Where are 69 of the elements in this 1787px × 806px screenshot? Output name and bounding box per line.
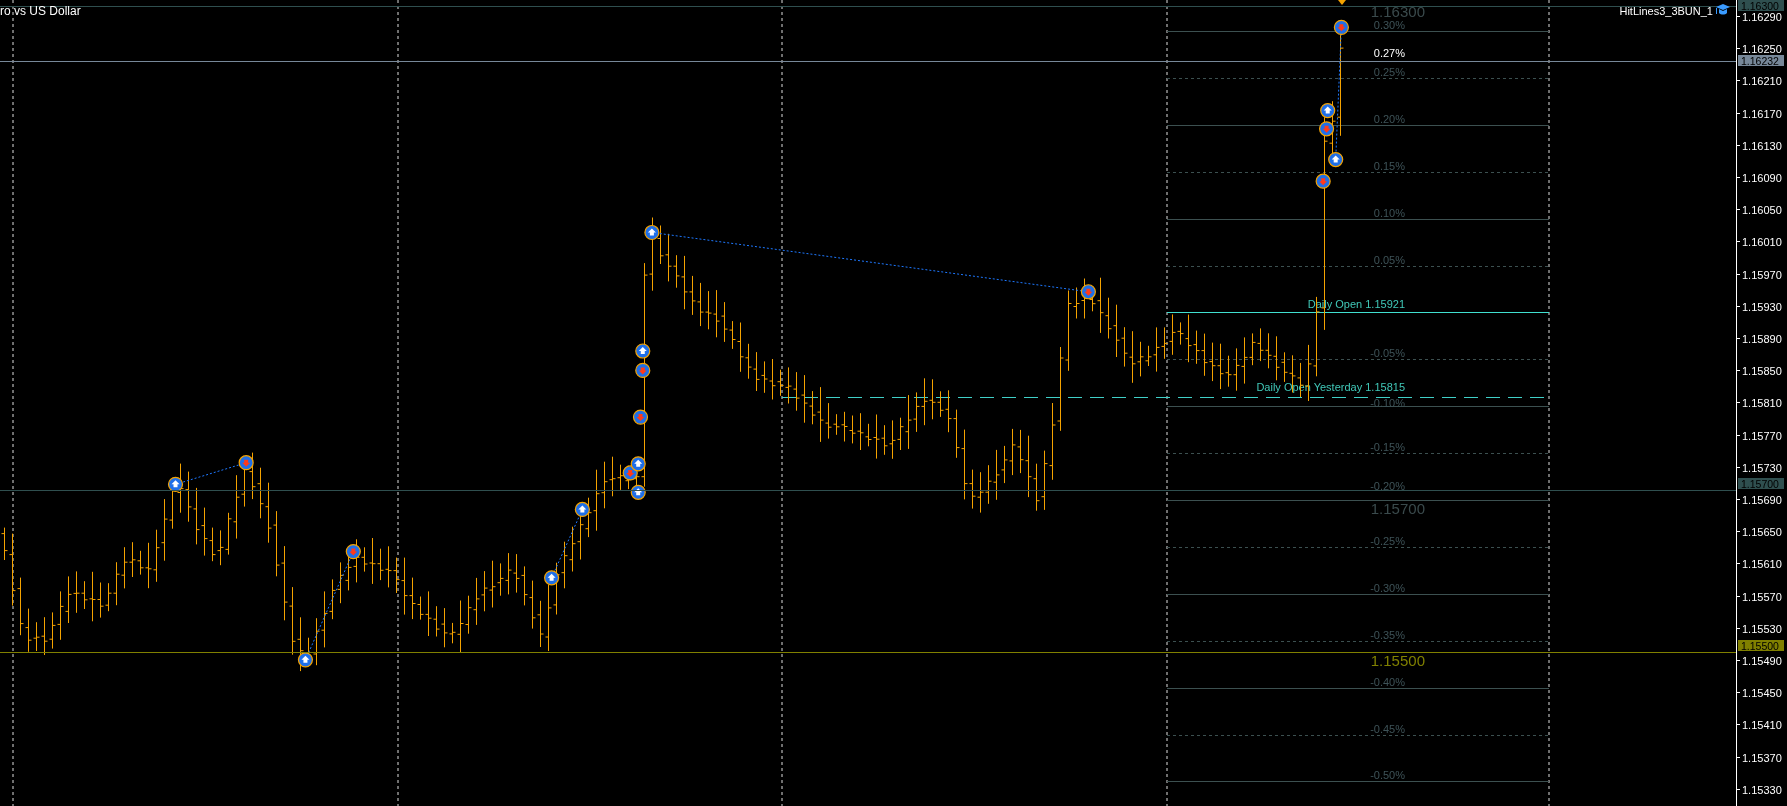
percent-level-label: -0.10% bbox=[1370, 396, 1405, 409]
price-tick-label: 1.16090 bbox=[1742, 171, 1782, 184]
down-arrow-marker-icon bbox=[632, 409, 649, 425]
percent-level-label: 0.30% bbox=[1373, 18, 1405, 31]
price-tick-label: 1.15330 bbox=[1742, 783, 1782, 796]
price-level-label: 1.16300 bbox=[1370, 3, 1425, 20]
price-tick-label: 1.15410 bbox=[1742, 718, 1782, 731]
percent-level-label: -0.35% bbox=[1370, 628, 1405, 641]
percent-level-label: -0.15% bbox=[1370, 440, 1405, 453]
price-tick-label: 1.16130 bbox=[1742, 139, 1782, 152]
indicator-label: HitLines3_3BUN_1 bbox=[1619, 5, 1713, 17]
up-arrow-marker-icon bbox=[630, 456, 646, 472]
down-arrow-marker-icon bbox=[1318, 121, 1335, 137]
down-arrow-marker-icon bbox=[238, 455, 254, 471]
price-tick-label: 1.15890 bbox=[1742, 332, 1782, 345]
price-tick-label: 1.15930 bbox=[1742, 300, 1782, 313]
price-tag: 1.16300 bbox=[1738, 0, 1784, 12]
price-tick-label: 1.15530 bbox=[1742, 622, 1782, 635]
price-tick-label: 1.15490 bbox=[1742, 654, 1782, 667]
price-tick-label: 1.15730 bbox=[1742, 461, 1782, 474]
up-arrow-marker-icon bbox=[574, 501, 590, 518]
price-tick-label: 1.15810 bbox=[1742, 396, 1782, 409]
percent-level-label: 0.15% bbox=[1373, 159, 1405, 172]
percent-level-label: -0.40% bbox=[1370, 675, 1405, 688]
price-tick-label: 1.15610 bbox=[1742, 557, 1782, 570]
up-arrow-marker-icon bbox=[635, 343, 651, 359]
price-tick-label: 1.15450 bbox=[1742, 686, 1782, 699]
price-tag: 1.15700 bbox=[1738, 477, 1784, 490]
percent-level-label: -0.45% bbox=[1370, 722, 1405, 735]
percent-level-label: -0.20% bbox=[1370, 479, 1405, 492]
price-tick-label: 1.16050 bbox=[1742, 203, 1782, 216]
up-arrow-marker-icon bbox=[167, 476, 184, 492]
price-tick-label: 1.15850 bbox=[1742, 364, 1782, 377]
symbol-title: ro vs US Dollar bbox=[0, 4, 81, 18]
percent-level-label: 0.20% bbox=[1373, 112, 1405, 125]
down-arrow-marker-icon bbox=[345, 544, 361, 560]
up-arrow-marker-icon bbox=[1328, 151, 1344, 168]
price-tick-label: 1.16250 bbox=[1742, 42, 1782, 55]
price-tick-label: 1.15370 bbox=[1742, 751, 1782, 764]
percent-level-label: -0.25% bbox=[1370, 534, 1405, 547]
down-arrow-marker-icon bbox=[1315, 173, 1331, 189]
percent-level-label: -0.05% bbox=[1370, 346, 1405, 359]
price-tag: 1.16232 bbox=[1738, 54, 1784, 67]
price-tick-label: 1.15970 bbox=[1742, 268, 1782, 281]
up-arrow-marker-icon bbox=[630, 484, 646, 500]
up-arrow-marker-icon bbox=[1320, 102, 1336, 119]
price-tick-label: 1.16170 bbox=[1742, 107, 1782, 120]
price-tick-label: 1.16010 bbox=[1742, 235, 1782, 248]
percent-level-label: -0.50% bbox=[1370, 768, 1405, 781]
price-tick-label: 1.15650 bbox=[1742, 525, 1782, 538]
price-tick-label: 1.15770 bbox=[1742, 429, 1782, 442]
price-tick-label: 1.15690 bbox=[1742, 493, 1782, 506]
price-level-label: 1.15500 bbox=[1370, 652, 1425, 669]
price-tag: 1.15500 bbox=[1738, 639, 1784, 652]
graduation-cap-icon bbox=[1716, 4, 1730, 15]
up-arrow-marker-icon bbox=[544, 570, 560, 586]
percent-level-label: 0.10% bbox=[1373, 206, 1405, 219]
price-tick-label: 1.16290 bbox=[1742, 10, 1782, 23]
down-arrow-marker-icon bbox=[1333, 19, 1349, 35]
up-arrow-marker-icon bbox=[644, 224, 660, 241]
percent-level-label: -0.30% bbox=[1370, 581, 1405, 594]
percent-level-label: 0.05% bbox=[1373, 253, 1405, 266]
down-arrow-marker-icon bbox=[1080, 284, 1096, 300]
percent-level-label: 0.25% bbox=[1373, 65, 1405, 78]
down-arrow-marker-icon bbox=[635, 362, 651, 378]
price-tick-label: 1.15570 bbox=[1742, 590, 1782, 603]
price-level-label: 1.15700 bbox=[1370, 500, 1425, 517]
percent-change-label: 0.27% bbox=[1373, 47, 1405, 59]
price-tick-label: 1.16210 bbox=[1742, 74, 1782, 87]
